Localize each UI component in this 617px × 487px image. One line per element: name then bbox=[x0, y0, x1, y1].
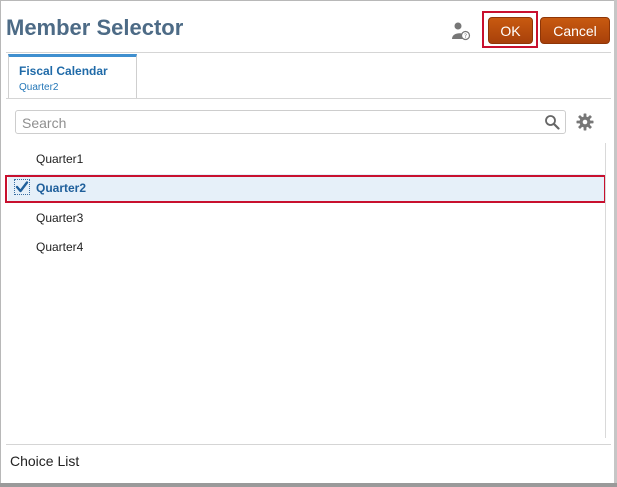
tab-divider bbox=[6, 98, 611, 99]
dialog-title: Member Selector bbox=[6, 15, 184, 40]
search-placeholder: Search bbox=[22, 115, 67, 131]
dialog-shadow-bottom bbox=[0, 483, 617, 487]
svg-text:?: ? bbox=[464, 33, 467, 40]
gear-icon[interactable] bbox=[576, 113, 594, 131]
header-divider bbox=[6, 52, 611, 53]
tab-selected-value: Quarter2 bbox=[19, 82, 59, 93]
cancel-button[interactable]: Cancel bbox=[540, 17, 610, 44]
list-item-label: Quarter3 bbox=[36, 211, 84, 225]
search-input[interactable]: Search bbox=[15, 110, 566, 134]
list-item[interactable]: Quarter1 bbox=[8, 145, 604, 173]
footer-divider bbox=[6, 444, 611, 445]
list-item[interactable]: Quarter4 bbox=[8, 233, 604, 261]
user-help-icon[interactable]: ? bbox=[451, 21, 471, 41]
search-icon[interactable] bbox=[544, 114, 560, 130]
ok-button[interactable]: OK bbox=[488, 17, 533, 44]
list-item[interactable]: Quarter3 bbox=[8, 204, 604, 232]
tab-title: Fiscal Calendar bbox=[19, 64, 108, 78]
scrollbar-track[interactable] bbox=[605, 143, 606, 438]
list-item-label: Quarter4 bbox=[36, 240, 84, 254]
tab-fiscal-calendar[interactable]: Fiscal Calendar Quarter2 bbox=[8, 54, 137, 98]
choice-list-label[interactable]: Choice List bbox=[10, 453, 79, 469]
list-item-label: Quarter1 bbox=[36, 152, 84, 166]
selected-row-highlight bbox=[5, 175, 606, 203]
